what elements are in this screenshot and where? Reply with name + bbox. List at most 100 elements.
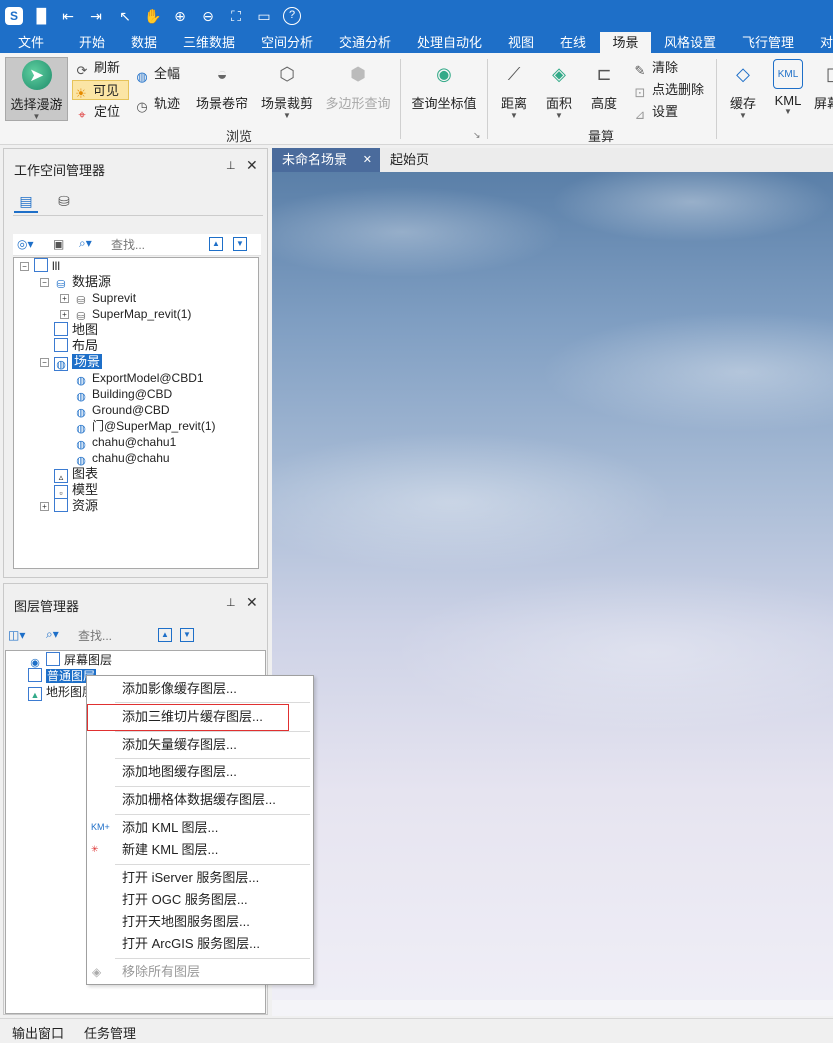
help-icon[interactable]: ? [283,7,301,25]
tab-untitled-scene[interactable]: 未命名场景 ✕ [272,148,380,172]
open-workspace-icon[interactable]: ◎▾ [17,237,34,251]
tree-node-resource[interactable]: 资源 [54,498,98,514]
output-window-tab[interactable]: 输出窗口 [12,1023,64,1042]
task-management-tab[interactable]: 任务管理 [84,1023,136,1042]
layer-terrain[interactable]: ▲ 地形图层 [28,684,94,701]
menu-add-map-cache[interactable]: 添加地图缓存图层... [87,759,313,785]
pin-icon[interactable]: ⊥ [226,159,236,172]
tree-node-scene-item[interactable]: ◍ ExportModel@CBD1 [74,370,203,387]
save-icon[interactable]: ▉ [33,7,51,25]
tab-flight-management[interactable]: 飞行管理 [742,32,794,53]
search-next-icon[interactable]: ▼ [180,628,194,642]
select-roam-button[interactable]: ➤ 选择漫游 ▼ [5,57,68,121]
collapse-icon[interactable]: − [40,358,49,367]
tab-3d-data[interactable]: 三维数据 [183,32,235,53]
tree-node-ds-suprevit[interactable]: ⛁ Suprevit [74,290,136,307]
clear-button[interactable]: ✎ 清除 [632,58,678,78]
tab-data[interactable]: 数据 [131,32,157,53]
search-prev-icon[interactable]: ▲ [158,628,172,642]
track-button[interactable]: ◷ 轨迹 [134,94,180,114]
layer-search-input[interactable] [78,627,158,645]
menu-add-vector-cache[interactable]: 添加矢量缓存图层... [87,732,313,758]
tree-node-root[interactable]: lll [34,258,60,274]
tree-node-scene[interactable]: ◍ 场景 [54,354,103,371]
menu-add-image-cache[interactable]: 添加影像缓存图层... [87,676,313,702]
cache-button[interactable]: ◇ 缓存 ▼ [724,57,762,121]
expand-icon[interactable]: + [60,294,69,303]
tree-node-map[interactable]: 地图 [54,322,98,338]
close-icon[interactable]: ✕ [246,157,258,174]
tree-node-scene-item[interactable]: ◍ Ground@CBD [74,402,170,419]
area-button[interactable]: ◈ 面积 ▼ [540,57,578,121]
tree-node-scene-item[interactable]: ◍ chahu@chahu [74,450,169,467]
add-layer-icon[interactable]: ◫▾ [8,628,25,642]
kml-button[interactable]: KML KML ▼ [770,57,806,121]
pan-hand-icon[interactable]: ✋ [144,7,162,25]
full-extent-icon[interactable]: ⛶ [227,7,245,25]
tab-start-page[interactable]: 起始页 [390,148,429,172]
tab-traffic-analysis[interactable]: 交通分析 [339,32,391,53]
close-icon[interactable]: ✕ [246,594,258,611]
expand-icon[interactable]: + [40,502,49,511]
scene-shutter-button[interactable]: ◒ 场景卷帘 [193,57,251,121]
redo-icon[interactable]: ⇥ [87,7,105,25]
tab-start[interactable]: 开始 [79,32,105,53]
tab-automation[interactable]: 处理自动化 [417,32,482,53]
zoom-out-icon[interactable]: ⊖ [199,7,217,25]
locate-button[interactable]: ⌖ 定位 [74,102,120,122]
open-folder-icon[interactable]: ▭ [255,7,273,25]
tree-node-scene-item[interactable]: ◍ Building@CBD [74,386,172,403]
document-icon[interactable]: ▣ [53,237,64,251]
tab-file[interactable]: 文件 [18,32,44,53]
layout-icon [54,338,68,352]
close-tab-icon[interactable]: ✕ [363,148,372,172]
scene-viewport[interactable] [272,172,833,1000]
tree-node-scene-item[interactable]: ◍ 门@SuperMap_revit(1) [74,418,215,435]
tab-style-settings[interactable]: 风格设置 [664,32,716,53]
full-extent-button[interactable]: ◍ 全幅 [134,64,180,84]
tree-node-model[interactable]: ▫ 模型 [54,482,98,499]
tab-online[interactable]: 在线 [560,32,586,53]
search-icon[interactable]: ⌕▾ [46,627,59,642]
scene-clip-button[interactable]: ⬡ 场景裁剪 ▼ [258,57,316,121]
tree-node-ds-supermap-revit[interactable]: ⛁ SuperMap_revit(1) [74,306,191,323]
search-prev-icon[interactable]: ▲ [209,237,223,251]
search-next-icon[interactable]: ▼ [233,237,247,251]
distance-button[interactable]: ⟋ 距离 ▼ [495,57,533,121]
tree-node-chart[interactable]: ▵ 图表 [54,466,98,483]
visible-button[interactable]: ☀ 可见 [72,80,129,101]
undo-icon[interactable]: ⇤ [59,7,77,25]
layer-screen[interactable]: ◉ 屏幕图层 [28,652,112,669]
tree-node-layout[interactable]: 布局 [54,338,98,354]
tab-spatial-analysis[interactable]: 空间分析 [261,32,313,53]
tree-node-datasource[interactable]: ⛁ 数据源 [54,274,111,291]
measure-settings-button[interactable]: ⊿ 设置 [632,102,678,122]
pointer-icon[interactable]: ↖ [116,7,134,25]
datasource-icon: ⛁ [56,279,66,291]
dialog-launcher-icon[interactable]: ↘ [473,130,481,141]
zoom-in-icon[interactable]: ⊕ [171,7,189,25]
menu-open-arcgis-layer[interactable]: 打开 ArcGIS 服务图层... [87,931,313,957]
screen-button[interactable]: ▯ 屏幕 [814,57,833,121]
expand-icon[interactable]: + [60,310,69,319]
tab-scene[interactable]: 场景 [600,32,651,53]
point-delete-button[interactable]: ⊡ 点选删除 [632,80,704,100]
pin-icon[interactable]: ⊥ [226,596,236,609]
workspace-tab-icon[interactable]: ▤ [14,193,38,213]
tab-view[interactable]: 视图 [508,32,534,53]
dropdown-caret-icon: ▼ [739,111,747,120]
tree-node-scene-item[interactable]: ◍ chahu@chahu1 [74,434,176,451]
height-button[interactable]: ⊏ 高度 [585,57,623,121]
tree-node-label: Ground@CBD [92,403,170,417]
query-coord-button[interactable]: ◉ 查询坐标值 [408,57,480,121]
refresh-button[interactable]: ⟳ 刷新 [74,58,120,78]
collapse-icon[interactable]: − [40,278,49,287]
search-icon[interactable]: ⌕▾ [79,236,92,251]
menu-new-kml-layer[interactable]: 新建 KML 图层... [87,837,313,863]
collapse-icon[interactable]: − [20,262,29,271]
menu-add-raster-volume-cache[interactable]: 添加栅格体数据缓存图层... [87,787,313,813]
workspace-search-input[interactable] [111,236,201,254]
cloud-database-icon[interactable]: ⛁ [52,193,76,213]
tab-more[interactable]: 对 [820,32,833,53]
app-logo-icon[interactable]: S [5,7,23,25]
